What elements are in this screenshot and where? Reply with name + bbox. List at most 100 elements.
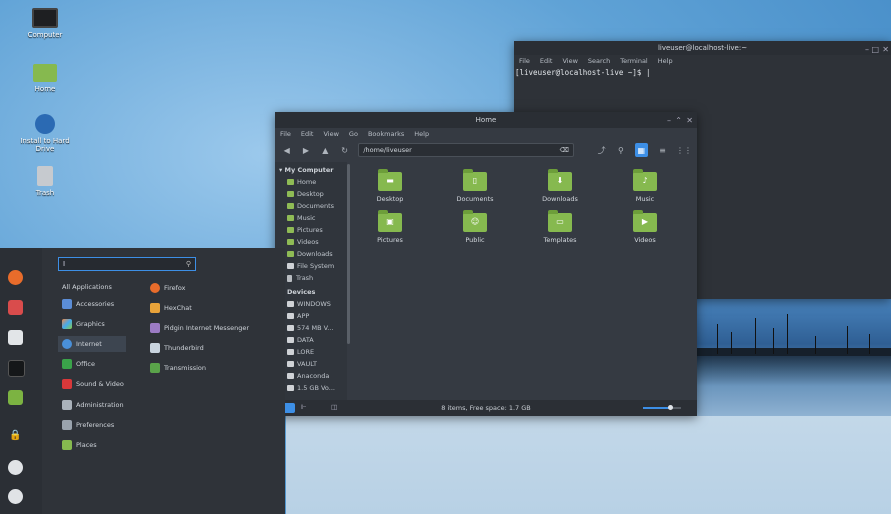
menu-help[interactable]: Help [658, 57, 673, 65]
terminal-icon[interactable] [8, 360, 25, 377]
terminal-titlebar[interactable]: liveuser@localhost-live:~ – □ ✕ [514, 41, 891, 55]
menu-go[interactable]: Go [349, 130, 358, 138]
menu-view[interactable]: View [323, 130, 338, 138]
icon-view-icon[interactable]: ▦ [634, 143, 648, 157]
menu-edit[interactable]: Edit [301, 130, 314, 138]
zoom-slider[interactable] [643, 405, 673, 410]
back-icon[interactable]: ◀ [281, 144, 292, 156]
category-preferences[interactable]: Preferences [58, 417, 126, 433]
file-item-templates[interactable]: ▭ Templates [525, 207, 595, 244]
sidebar-item-pictures[interactable]: Pictures [275, 224, 347, 236]
file-manager-window[interactable]: Home – ⌃ ✕ File Edit View Go Bookmarks H… [275, 112, 697, 416]
folder-icon [287, 227, 294, 233]
menu-bookmarks[interactable]: Bookmarks [368, 130, 404, 138]
files-icon[interactable] [8, 390, 23, 405]
category-office[interactable]: Office [58, 356, 126, 372]
power-icon[interactable] [8, 489, 23, 504]
menu-help[interactable]: Help [414, 130, 429, 138]
category-sound-video[interactable]: Sound & Video [58, 376, 126, 392]
close-icon[interactable]: ✕ [686, 116, 693, 125]
app-hexchat[interactable]: HexChat [150, 300, 192, 316]
app-transmission[interactable]: Transmission [150, 360, 206, 376]
menu-terminal[interactable]: Terminal [620, 57, 647, 65]
file-item-music[interactable]: ♪ Music [610, 166, 680, 203]
category-internet[interactable]: Internet [58, 336, 126, 352]
folder-desktop-icon: ▬ [378, 169, 402, 191]
tree [847, 326, 848, 354]
desktop-icon-computer[interactable]: Computer [15, 8, 75, 39]
menu-file[interactable]: File [519, 57, 530, 65]
location-bar[interactable]: /home/liveuser ⌫ [358, 143, 574, 157]
sidebar-item-documents[interactable]: Documents [275, 200, 347, 212]
clear-icon[interactable]: ⌫ [560, 146, 569, 154]
forward-icon[interactable]: ▶ [300, 144, 311, 156]
category-accessories[interactable]: Accessories [58, 296, 126, 312]
toggle-path-icon[interactable]: ⤴ [596, 144, 607, 156]
category-places[interactable]: Places [58, 437, 126, 453]
category-graphics[interactable]: Graphics [58, 316, 126, 332]
pidgin-icon [150, 323, 160, 333]
reload-icon[interactable]: ↻ [339, 144, 350, 156]
up-icon[interactable]: ▲ [320, 144, 331, 156]
minimize-icon[interactable]: – [865, 45, 869, 54]
file-item-pictures[interactable]: ▣ Pictures [355, 207, 425, 244]
category-administration[interactable]: Administration [58, 397, 126, 413]
logout-icon[interactable] [8, 460, 23, 475]
close-icon[interactable]: ✕ [882, 45, 889, 54]
category-all[interactable]: All Applications [58, 279, 126, 295]
app-firefox[interactable]: Firefox [150, 280, 186, 296]
drive-icon [287, 349, 294, 355]
sidebar-device[interactable]: Anaconda [275, 370, 347, 382]
desktop-icon-install[interactable]: Install to Hard Drive [15, 114, 75, 153]
search-icon[interactable]: ⚲ [615, 144, 626, 156]
file-item-public[interactable]: ☺ Public [440, 207, 510, 244]
file-item-videos[interactable]: ▶ Videos [610, 207, 680, 244]
desktop-icon-trash[interactable]: Trash [15, 166, 75, 197]
sidebar-item-videos[interactable]: Videos [275, 236, 347, 248]
sidebar-device[interactable]: VAULT [275, 358, 347, 370]
home-folder-icon [33, 64, 57, 82]
zoom-knob[interactable] [668, 405, 673, 410]
sidebar-item-trash[interactable]: Trash [275, 272, 347, 284]
sidebar-scrollbar[interactable] [347, 164, 350, 344]
file-item-downloads[interactable]: ⬇ Downloads [525, 166, 595, 203]
compact-view-icon[interactable]: ⋮⋮ [676, 143, 692, 157]
menu-edit[interactable]: Edit [540, 57, 553, 65]
terminal-output[interactable]: [liveuser@localhost-live ~]$ | [514, 66, 891, 79]
trash-icon [37, 166, 53, 186]
sidebar-heading-my-computer[interactable]: ▾ My Computer [275, 162, 347, 176]
file-item-documents[interactable]: ▯ Documents [440, 166, 510, 203]
multimedia-icon [62, 379, 72, 389]
list-view-icon[interactable]: ≡ [656, 143, 669, 157]
file-item-desktop[interactable]: ▬ Desktop [355, 166, 425, 203]
sidebar-device[interactable]: LORE [275, 346, 347, 358]
software-icon[interactable] [8, 300, 23, 315]
menu-view[interactable]: View [562, 57, 577, 65]
minimize-icon[interactable]: – [667, 116, 671, 125]
sidebar-item-desktop[interactable]: Desktop [275, 188, 347, 200]
file-manager-statusbar: ⊩ ◫ 8 items, Free space: 1.7 GB [275, 400, 697, 416]
sidebar-device[interactable]: APP [275, 310, 347, 322]
desktop-icon-home[interactable]: Home [15, 64, 75, 93]
sidebar-device[interactable]: WINDOWS [275, 298, 347, 310]
sidebar-item-music[interactable]: Music [275, 212, 347, 224]
app-pidgin[interactable]: Pidgin Internet Messenger [150, 320, 249, 336]
file-manager-titlebar[interactable]: Home – ⌃ ✕ [275, 112, 697, 128]
firefox-icon[interactable] [8, 270, 23, 285]
sidebar-device[interactable]: 1.5 GB Vo... [275, 382, 347, 394]
drive-icon [287, 263, 294, 269]
settings-icon[interactable] [8, 330, 23, 345]
menu-search-input[interactable]: I ⚲ [58, 257, 196, 271]
maximize-icon[interactable]: □ [871, 45, 879, 54]
maximize-icon[interactable]: ⌃ [675, 116, 682, 125]
lock-icon[interactable]: 🔒 [8, 430, 23, 445]
menu-search[interactable]: Search [588, 57, 610, 65]
sidebar-device[interactable]: DATA [275, 334, 347, 346]
sidebar-item-home[interactable]: Home [275, 176, 347, 188]
sidebar-item-file-system[interactable]: File System [275, 260, 347, 272]
sidebar-item-downloads[interactable]: Downloads [275, 248, 347, 260]
app-thunderbird[interactable]: Thunderbird [150, 340, 204, 356]
menu-file[interactable]: File [280, 130, 291, 138]
folder-videos-icon: ▶ [633, 210, 657, 232]
sidebar-device[interactable]: 574 MB V... [275, 322, 347, 334]
